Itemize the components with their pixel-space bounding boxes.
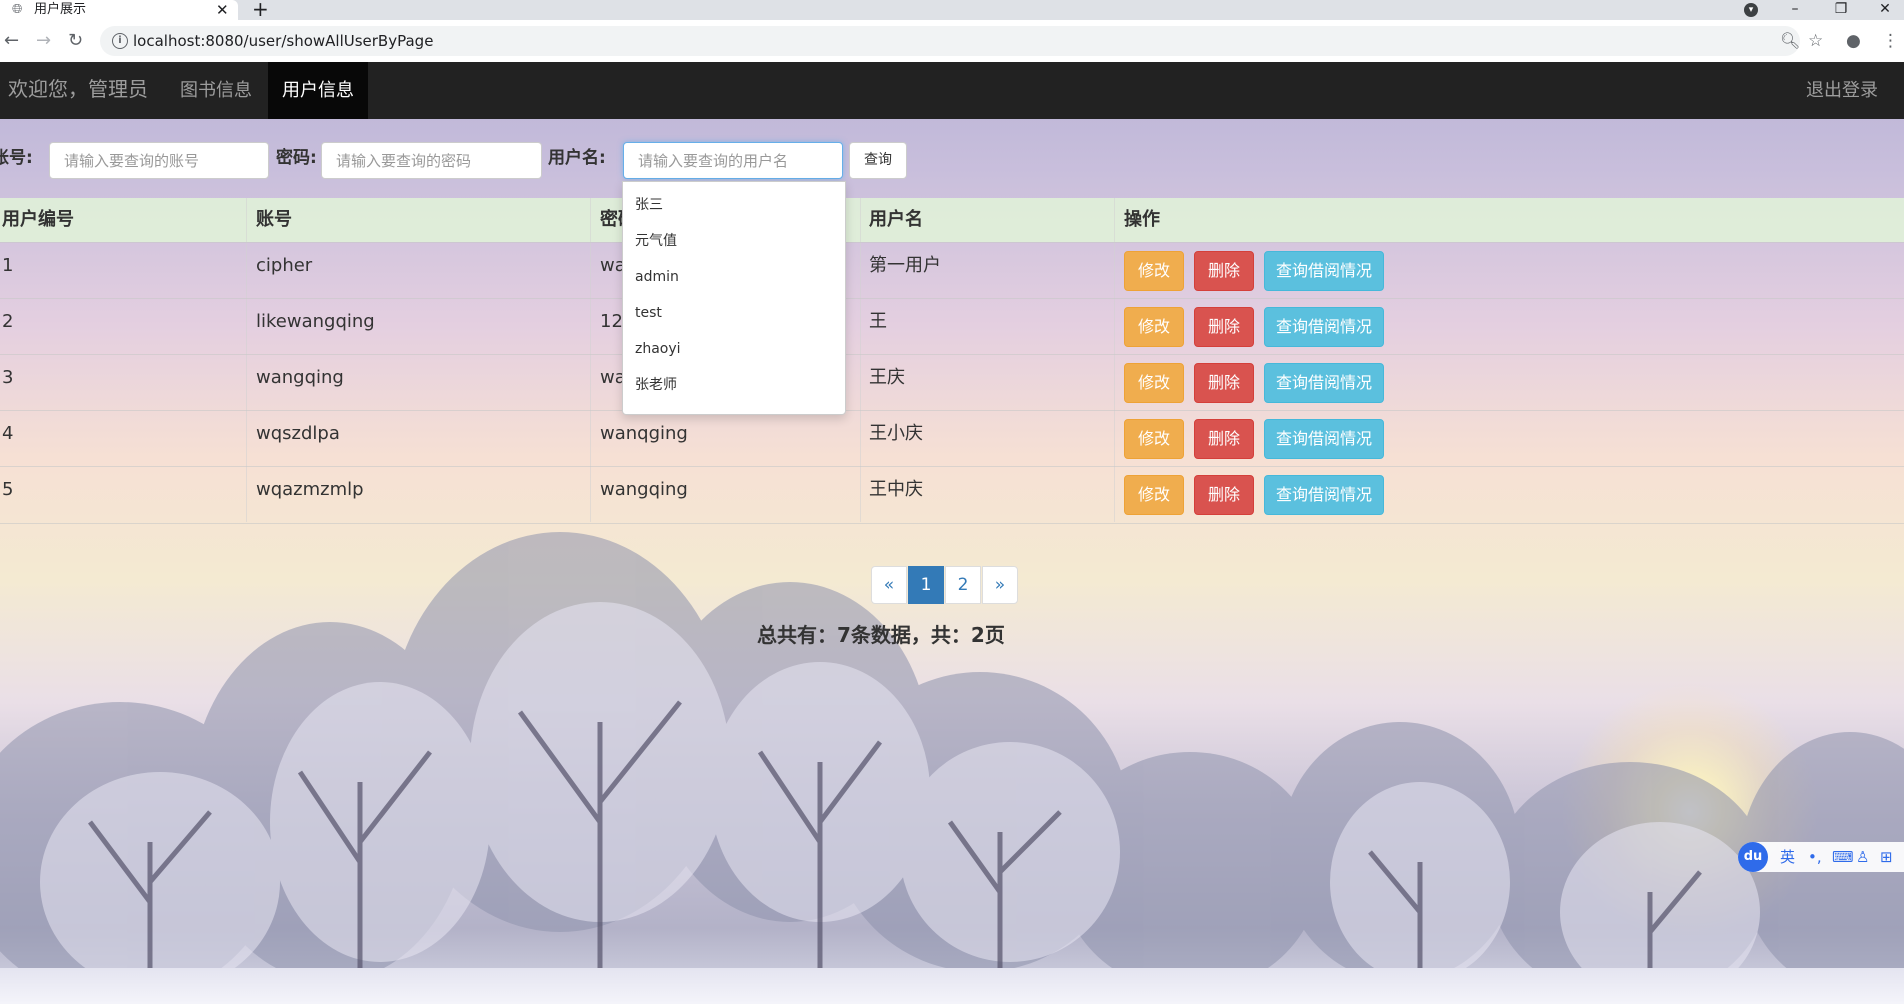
cell-id: 5 — [2, 479, 14, 500]
column-header-account: 账号 — [256, 209, 292, 230]
punctuation-icon[interactable]: •, — [1808, 847, 1822, 867]
tab-search-icon[interactable]: ▾ — [1744, 3, 1758, 17]
welcome-brand[interactable]: 欢迎您，管理员 — [8, 77, 148, 101]
password-search-input[interactable] — [321, 142, 542, 179]
cell-username: 王小庆 — [869, 423, 923, 444]
delete-button[interactable]: 删除 — [1194, 475, 1254, 515]
nav-book-info[interactable]: 图书信息 — [180, 62, 252, 119]
page-body: 欢迎您，管理员 图书信息 用户信息 退出登录 账号: 密码: 用户名: 查询 张… — [0, 62, 1904, 1004]
suggestion-item[interactable]: 张三 — [635, 196, 663, 214]
cell-password: wangqing — [600, 479, 688, 500]
bookmark-star-icon[interactable]: ☆ — [1808, 30, 1823, 52]
table-row: 2 likewangqing 123 王 修改 删除 查询借阅情况 — [0, 298, 1904, 355]
browser-toolbar: ← → ↻ i localhost:8080/user/showAllUserB… — [0, 20, 1904, 62]
cell-account: likewangqing — [256, 311, 375, 332]
address-bar[interactable]: i localhost:8080/user/showAllUserByPage … — [100, 26, 1800, 56]
cell-id: 4 — [2, 423, 14, 444]
new-tab-icon[interactable]: + — [252, 0, 269, 19]
table-header-row: 用户编号 账号 密码 用户名 操作 — [0, 198, 1904, 242]
table-row: 5 wqazmzmlp wangqing 王中庆 修改 删除 查询借阅情况 — [0, 466, 1904, 524]
delete-button[interactable]: 删除 — [1194, 419, 1254, 459]
minimize-icon[interactable]: – — [1780, 0, 1810, 20]
search-button[interactable]: 查询 — [849, 142, 907, 179]
nav-user-info[interactable]: 用户信息 — [268, 62, 368, 119]
cell-username: 王 — [869, 311, 887, 332]
edit-button[interactable]: 修改 — [1124, 307, 1184, 347]
menu-kebab-icon[interactable]: ⋮ — [1882, 30, 1899, 52]
pagination-next[interactable]: » — [982, 566, 1018, 604]
restore-icon[interactable]: ❐ — [1826, 0, 1856, 20]
delete-button[interactable]: 删除 — [1194, 307, 1254, 347]
ime-mode-toggle[interactable]: 英 — [1780, 847, 1795, 867]
borrow-records-button[interactable]: 查询借阅情况 — [1264, 363, 1384, 403]
username-search-input[interactable] — [623, 142, 843, 179]
cell-password: wanqging — [600, 423, 688, 444]
forward-arrow-icon[interactable]: → — [36, 30, 51, 52]
account-label: 账号: — [0, 148, 33, 168]
cell-account: cipher — [256, 255, 313, 276]
edit-button[interactable]: 修改 — [1124, 475, 1184, 515]
ime-toolbar: du 英 •, ⌨︎ ♙ ⊞ — [1738, 842, 1904, 872]
cell-username: 王庆 — [869, 367, 905, 388]
cell-id: 2 — [2, 311, 14, 332]
column-header-username: 用户名 — [869, 209, 923, 230]
edit-button[interactable]: 修改 — [1124, 251, 1184, 291]
suggestion-item[interactable]: admin — [635, 268, 679, 286]
edit-button[interactable]: 修改 — [1124, 419, 1184, 459]
table-row: 3 wangqing wangqing 王庆 修改 删除 查询借阅情况 — [0, 354, 1904, 411]
cell-account: wqszdlpa — [256, 423, 340, 444]
delete-button[interactable]: 删除 — [1194, 251, 1254, 291]
username-label: 用户名: — [548, 148, 606, 168]
url-text: localhost:8080/user/showAllUserByPage — [133, 32, 434, 50]
zoom-icon[interactable]: 🔍︎ — [1780, 31, 1800, 51]
borrow-records-button[interactable]: 查询借阅情况 — [1264, 251, 1384, 291]
account-search-input[interactable] — [49, 142, 269, 179]
table-row: 1 cipher wangqing 第一用户 修改 删除 查询借阅情况 — [0, 242, 1904, 299]
info-icon[interactable]: i — [112, 33, 128, 49]
column-header-actions: 操作 — [1124, 209, 1160, 230]
cell-username: 王中庆 — [869, 479, 923, 500]
edit-button[interactable]: 修改 — [1124, 363, 1184, 403]
grid-menu-icon[interactable]: ⊞ — [1880, 847, 1893, 867]
cell-id: 3 — [2, 367, 14, 388]
cell-account: wangqing — [256, 367, 344, 388]
username-autocomplete-dropdown: 张三 元气值 admin test zhaoyi 张老师 — [622, 181, 846, 415]
back-arrow-icon[interactable]: ← — [4, 30, 19, 52]
suggestion-item[interactable]: 元气值 — [635, 232, 677, 250]
cell-id: 1 — [2, 255, 14, 276]
snow-ground — [0, 968, 1904, 1004]
cell-username: 第一用户 — [869, 255, 941, 276]
borrow-records-button[interactable]: 查询借阅情况 — [1264, 419, 1384, 459]
close-tab-icon[interactable]: ✕ — [216, 1, 229, 19]
cell-account: wqazmzmlp — [256, 479, 364, 500]
total-summary: 总共有：7条数据，共：2页 — [757, 623, 1005, 647]
profile-avatar-icon[interactable]: ● — [1846, 30, 1861, 52]
pagination-page-1[interactable]: 1 — [908, 566, 944, 604]
pagination-prev[interactable]: « — [871, 566, 907, 604]
table-row: 4 wqszdlpa wanqging 王小庆 修改 删除 查询借阅情况 — [0, 410, 1904, 467]
logout-link[interactable]: 退出登录 — [1806, 62, 1878, 119]
pagination-page-2[interactable]: 2 — [945, 566, 981, 604]
window-close-icon[interactable]: ✕ — [1870, 0, 1900, 20]
tab-title: 用户展示 — [34, 2, 87, 17]
delete-button[interactable]: 删除 — [1194, 363, 1254, 403]
borrow-records-button[interactable]: 查询借阅情况 — [1264, 307, 1384, 347]
baidu-ime-logo-icon[interactable]: du — [1738, 842, 1768, 872]
suggestion-item[interactable]: zhaoyi — [635, 340, 681, 358]
tab-strip: 🌐︎ 用户展示 ✕ + ▾ – ❐ ✕ — [0, 0, 1904, 20]
keyboard-icon[interactable]: ⌨︎ — [1832, 847, 1854, 867]
suggestion-item[interactable]: test — [635, 304, 662, 322]
suggestion-item[interactable]: 张老师 — [635, 376, 677, 394]
globe-icon: 🌐︎ — [12, 2, 23, 17]
password-label: 密码: — [276, 148, 317, 168]
borrow-records-button[interactable]: 查询借阅情况 — [1264, 475, 1384, 515]
column-header-id: 用户编号 — [2, 209, 74, 230]
reload-icon[interactable]: ↻ — [68, 30, 83, 52]
user-icon[interactable]: ♙ — [1856, 847, 1869, 867]
top-navbar: 欢迎您，管理员 图书信息 用户信息 退出登录 — [0, 62, 1904, 119]
browser-tab[interactable]: 🌐︎ 用户展示 ✕ — [0, 0, 238, 20]
